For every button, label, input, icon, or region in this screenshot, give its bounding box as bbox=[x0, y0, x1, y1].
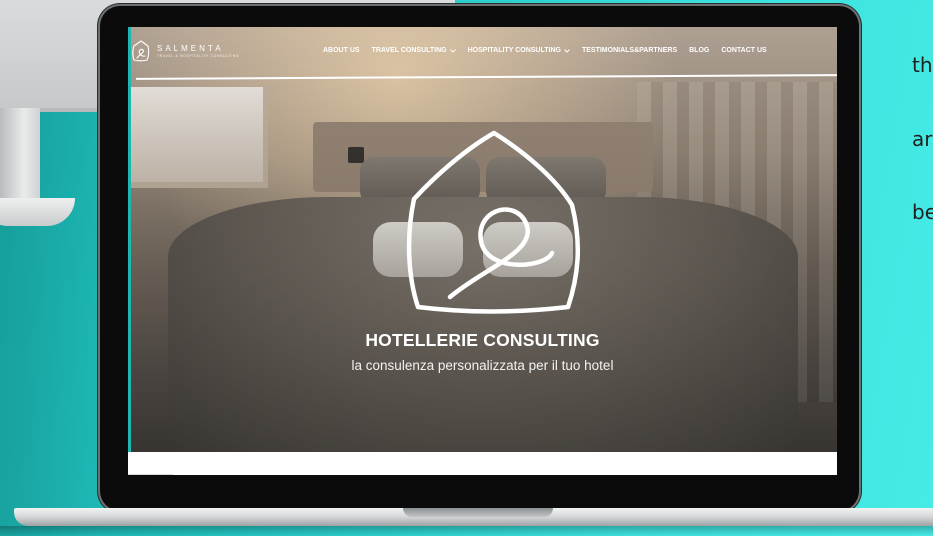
laptop-screen: SALMENTA TRAVEL & HOSPITALITY CONSULTING… bbox=[128, 27, 837, 475]
room-curtains bbox=[637, 82, 837, 402]
nav-blog[interactable]: BLOG bbox=[689, 47, 709, 54]
side-text-fragment: th ar be bbox=[912, 4, 933, 249]
nav-contact-us[interactable]: CONTACT US bbox=[721, 47, 766, 54]
site-header: SALMENTA TRAVEL & HOSPITALITY CONSULTING… bbox=[128, 27, 837, 80]
brand-name: SALMENTA bbox=[157, 44, 224, 53]
nightstand-right bbox=[613, 199, 653, 213]
content-divider bbox=[128, 474, 173, 475]
header-divider bbox=[135, 74, 837, 80]
wall-switch bbox=[348, 147, 364, 163]
nav-about-us[interactable]: ABOUT US bbox=[323, 47, 360, 54]
nav-label: TESTIMONIALS&PARTNERS bbox=[581, 47, 678, 54]
main-navigation: ABOUT US TRAVEL CONSULTING HOSPITALITY C… bbox=[323, 47, 767, 54]
laptop-shadow bbox=[0, 526, 933, 536]
room-window bbox=[128, 87, 268, 188]
hero-subtitle: la consulenza personalizzata per il tuo … bbox=[351, 358, 614, 373]
side-text-line: be bbox=[912, 200, 933, 224]
chevron-down-icon bbox=[564, 48, 570, 53]
brand-tagline: TRAVEL & HOSPITALITY CONSULTING bbox=[157, 54, 240, 58]
nav-label: TRAVEL CONSULTING bbox=[371, 47, 447, 54]
house-logo-icon bbox=[406, 130, 580, 314]
side-text-line: th bbox=[912, 53, 933, 77]
site-logo[interactable]: SALMENTA TRAVEL & HOSPITALITY CONSULTING bbox=[131, 39, 239, 63]
nav-hospitality-consulting[interactable]: HOSPITALITY CONSULTING bbox=[468, 47, 570, 54]
nav-label: CONTACT US bbox=[721, 47, 767, 54]
laptop-opening-notch bbox=[403, 508, 553, 517]
screen-edge-bar bbox=[128, 27, 131, 452]
nav-label: HOSPITALITY CONSULTING bbox=[467, 47, 561, 54]
background-monitor-stand bbox=[0, 108, 40, 208]
nav-label: BLOG bbox=[689, 47, 710, 54]
chevron-down-icon bbox=[449, 48, 456, 53]
content-section bbox=[128, 452, 837, 475]
nightstand-left bbox=[318, 199, 358, 213]
nav-label: ABOUT US bbox=[323, 47, 360, 54]
logo-icon bbox=[132, 40, 150, 62]
hero-title: HOTELLERIE CONSULTING bbox=[365, 330, 600, 350]
nav-travel-consulting[interactable]: TRAVEL CONSULTING bbox=[372, 47, 456, 54]
side-text-line: ar bbox=[912, 126, 933, 151]
nav-testimonials-partners[interactable]: TESTIMONIALS&PARTNERS bbox=[582, 47, 677, 54]
